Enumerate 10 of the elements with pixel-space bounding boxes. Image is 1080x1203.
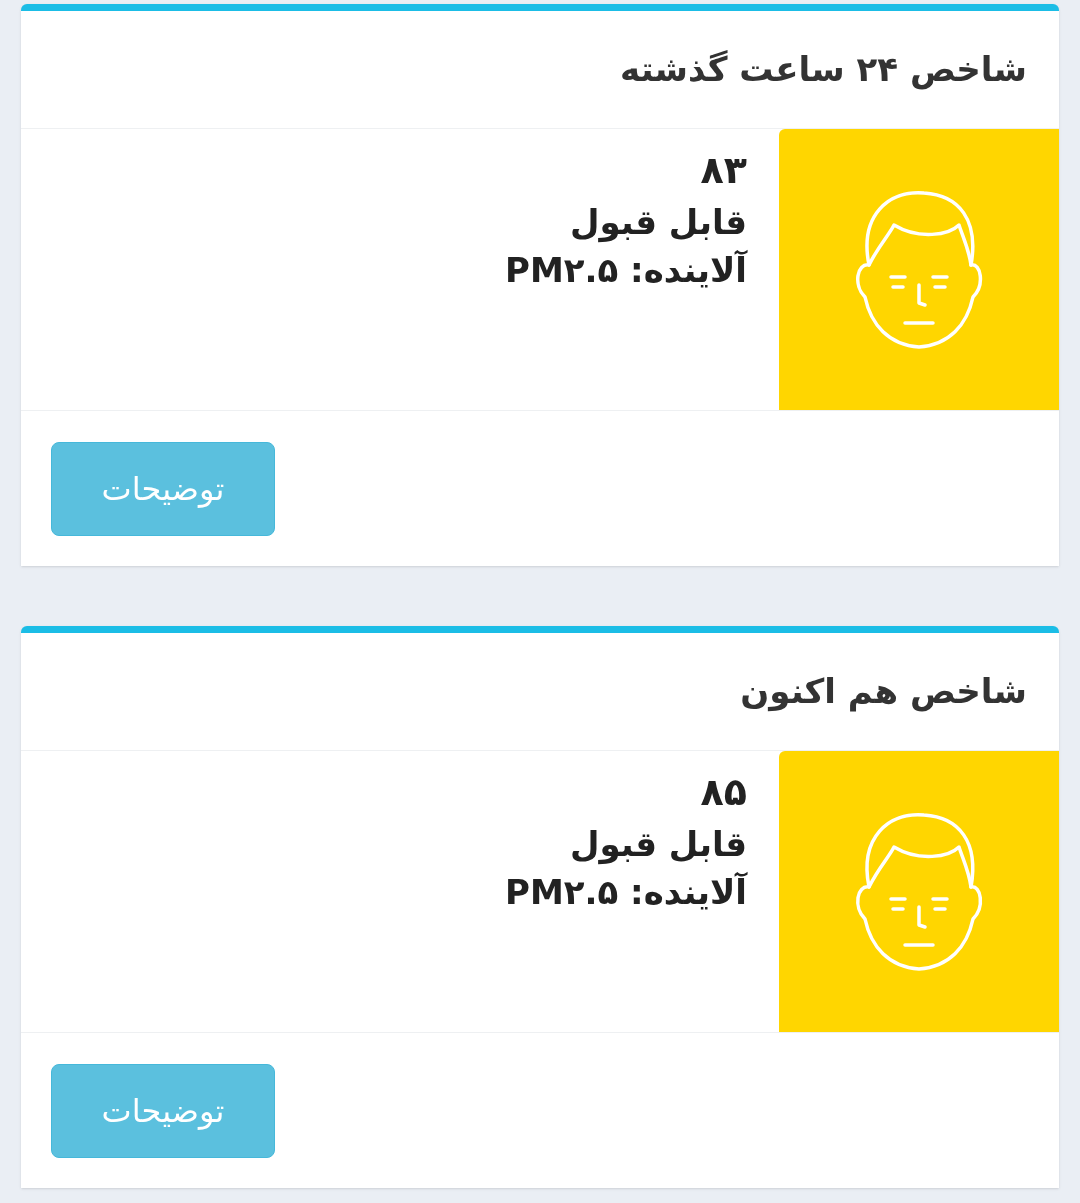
index-value: ۸۵ — [700, 769, 747, 816]
status-label: قابل قبول — [570, 822, 747, 865]
card-title: شاخص ۲۴ ساعت گذشته — [620, 48, 1027, 92]
index-value: ۸۳ — [700, 147, 747, 194]
card-title: شاخص هم اکنون — [740, 670, 1027, 714]
description-button[interactable]: توضیحات — [51, 441, 275, 536]
description-button[interactable]: توضیحات — [51, 1063, 275, 1158]
status-label: قابل قبول — [570, 200, 747, 243]
pollutant-label: آلاینده: PM۲.۵ — [505, 249, 747, 292]
pollutant-label: آلاینده: PM۲.۵ — [505, 871, 747, 914]
